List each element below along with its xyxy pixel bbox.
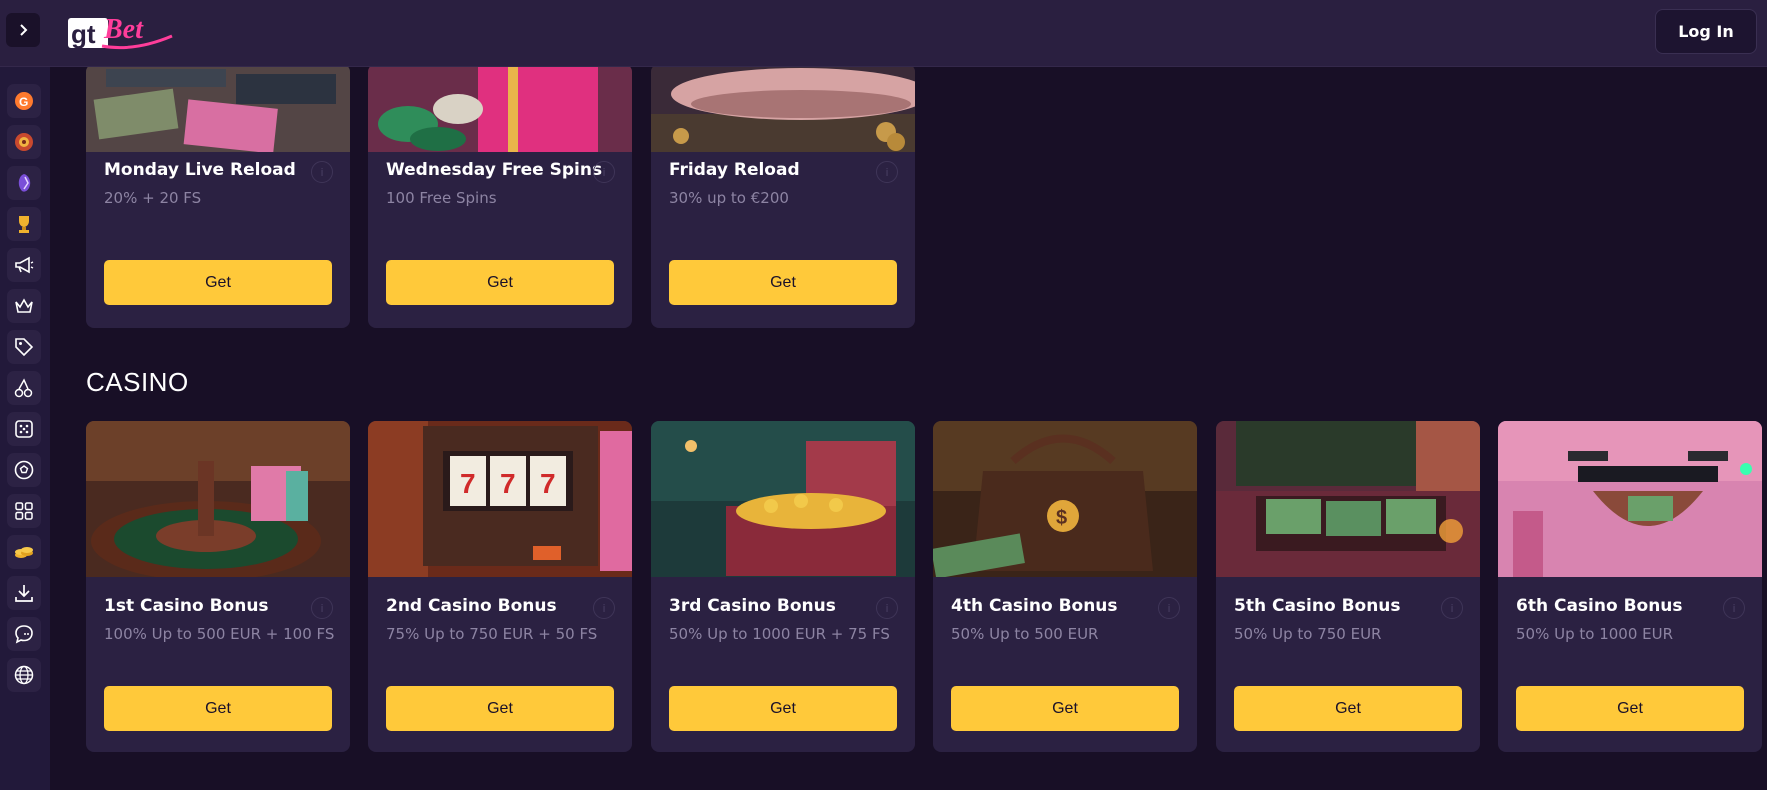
sidebar-item-download[interactable] xyxy=(7,576,41,610)
sidebar-item-wheel[interactable] xyxy=(7,125,41,159)
casino-card-image xyxy=(86,421,350,577)
casino-bonus-card: $ 4th Casino Bonus i 50% Up to 500 EUR G… xyxy=(933,421,1197,752)
chat-icon xyxy=(15,625,33,644)
promo-card-subtitle: 100 Free Spins xyxy=(386,189,497,207)
get-bonus-button[interactable]: Get xyxy=(104,686,332,731)
promo-card-subtitle: 30% up to €200 xyxy=(669,189,789,207)
promo-card: Monday Live Reload i 20% + 20 FS Get xyxy=(86,67,350,328)
gem-icon xyxy=(18,174,31,192)
coins-icon xyxy=(15,547,33,558)
promo-card-image xyxy=(86,67,350,152)
casino-card-title: 5th Casino Bonus xyxy=(1234,596,1401,616)
casino-card-image xyxy=(1216,421,1480,577)
get-bonus-button[interactable]: Get xyxy=(669,260,897,305)
logo-text-left: gt xyxy=(71,19,96,49)
cherries-icon xyxy=(14,378,33,398)
download-icon xyxy=(15,585,33,602)
sidebar-item-loyalty[interactable] xyxy=(7,289,41,323)
promo-card-title: Monday Live Reload xyxy=(104,160,296,180)
soccer-ball-icon xyxy=(14,460,34,480)
info-icon[interactable]: i xyxy=(876,161,898,183)
sidebar-item-promo[interactable]: G xyxy=(7,84,41,118)
info-icon[interactable]: i xyxy=(1441,597,1463,619)
casino-card-title: 1st Casino Bonus xyxy=(104,596,269,616)
info-icon[interactable]: i xyxy=(593,597,615,619)
casino-card-image: $ xyxy=(933,421,1197,577)
casino-bonus-card: 3rd Casino Bonus i 50% Up to 1000 EUR + … xyxy=(651,421,915,752)
sidebar-item-sports[interactable] xyxy=(7,453,41,487)
casino-card-title: 6th Casino Bonus xyxy=(1516,596,1683,616)
get-bonus-button[interactable]: Get xyxy=(386,260,614,305)
get-bonus-button[interactable]: Get xyxy=(104,260,332,305)
info-icon[interactable]: i xyxy=(876,597,898,619)
svg-text:7: 7 xyxy=(460,468,476,499)
gtbet-logo[interactable]: gt Bet xyxy=(64,8,176,56)
promo-card-title: Wednesday Free Spins xyxy=(386,160,603,180)
promo-badge-icon: G xyxy=(15,92,33,110)
casino-bonus-card: 7 7 7 2nd Casino Bonus i 75% Up to 750 E… xyxy=(368,421,632,752)
casino-card-title: 4th Casino Bonus xyxy=(951,596,1118,616)
promo-card-subtitle: 20% + 20 FS xyxy=(104,189,202,207)
wheel-icon xyxy=(15,133,33,151)
svg-text:$: $ xyxy=(1056,507,1067,529)
casino-bonus-card: 5th Casino Bonus i 50% Up to 750 EUR Get xyxy=(1216,421,1480,752)
logo-text-right: Bet xyxy=(103,14,144,45)
svg-text:7: 7 xyxy=(540,468,556,499)
section-title-casino: CASINO xyxy=(86,367,189,397)
sidebar-item-news[interactable] xyxy=(7,248,41,282)
sidebar-item-bonuses[interactable] xyxy=(7,330,41,364)
sidebar-item-table-games[interactable] xyxy=(7,412,41,446)
chevron-right-icon xyxy=(20,24,28,36)
promo-card-image xyxy=(368,67,632,152)
trophy-icon xyxy=(19,216,29,233)
tag-icon xyxy=(15,338,34,357)
casino-card-subtitle: 50% Up to 1000 EUR xyxy=(1516,625,1674,643)
casino-bonus-card: 6th Casino Bonus i 50% Up to 1000 EUR Ge… xyxy=(1498,421,1762,752)
login-button[interactable]: Log In xyxy=(1655,9,1757,54)
globe-icon xyxy=(14,665,34,685)
get-bonus-button[interactable]: Get xyxy=(1234,686,1462,731)
get-bonus-button[interactable]: Get xyxy=(386,686,614,731)
info-icon[interactable]: i xyxy=(593,161,615,183)
info-icon[interactable]: i xyxy=(1158,597,1180,619)
grid-icon xyxy=(15,502,33,520)
get-bonus-button[interactable]: Get xyxy=(669,686,897,731)
promo-card: Wednesday Free Spins i 100 Free Spins Ge… xyxy=(368,67,632,328)
info-icon[interactable]: i xyxy=(311,161,333,183)
sidebar-item-cashier[interactable] xyxy=(7,535,41,569)
promo-card-title: Friday Reload xyxy=(669,160,800,180)
casino-card-image xyxy=(1498,421,1762,577)
promo-card: Friday Reload i 30% up to €200 Get xyxy=(651,67,915,328)
crown-icon xyxy=(15,298,33,313)
casino-card-subtitle: 50% Up to 1000 EUR + 75 FS xyxy=(669,625,890,643)
top-header: gt Bet Log In xyxy=(0,0,1767,67)
casino-card-subtitle: 75% Up to 750 EUR + 50 FS xyxy=(386,625,598,643)
promo-card-image xyxy=(651,67,915,152)
sidebar-item-vip[interactable] xyxy=(7,166,41,200)
megaphone-icon xyxy=(15,256,34,274)
get-bonus-button[interactable]: Get xyxy=(1516,686,1744,731)
casino-card-subtitle: 100% Up to 500 EUR + 100 FS xyxy=(104,625,335,643)
dice-icon xyxy=(15,420,33,438)
casino-card-title: 3rd Casino Bonus xyxy=(669,596,836,616)
main-content: Monday Live Reload i 20% + 20 FS Get Wed… xyxy=(50,67,1767,790)
sidebar-toggle-button[interactable] xyxy=(6,13,40,47)
casino-card-title: 2nd Casino Bonus xyxy=(386,596,557,616)
info-icon[interactable]: i xyxy=(311,597,333,619)
sidebar-item-all-games[interactable] xyxy=(7,494,41,528)
sidebar: G xyxy=(0,67,50,790)
info-icon[interactable]: i xyxy=(1723,597,1745,619)
sidebar-item-support[interactable] xyxy=(7,617,41,651)
casino-card-subtitle: 50% Up to 750 EUR xyxy=(1234,625,1382,643)
sidebar-item-slots[interactable] xyxy=(7,371,41,405)
casino-bonus-card: 1st Casino Bonus i 100% Up to 500 EUR + … xyxy=(86,421,350,752)
casino-card-subtitle: 50% Up to 500 EUR xyxy=(951,625,1099,643)
svg-text:G: G xyxy=(19,95,28,109)
sidebar-item-language[interactable] xyxy=(7,658,41,692)
svg-text:7: 7 xyxy=(500,468,516,499)
casino-card-image: 7 7 7 xyxy=(368,421,632,577)
casino-card-image xyxy=(651,421,915,577)
sidebar-item-tournaments[interactable] xyxy=(7,207,41,241)
get-bonus-button[interactable]: Get xyxy=(951,686,1179,731)
